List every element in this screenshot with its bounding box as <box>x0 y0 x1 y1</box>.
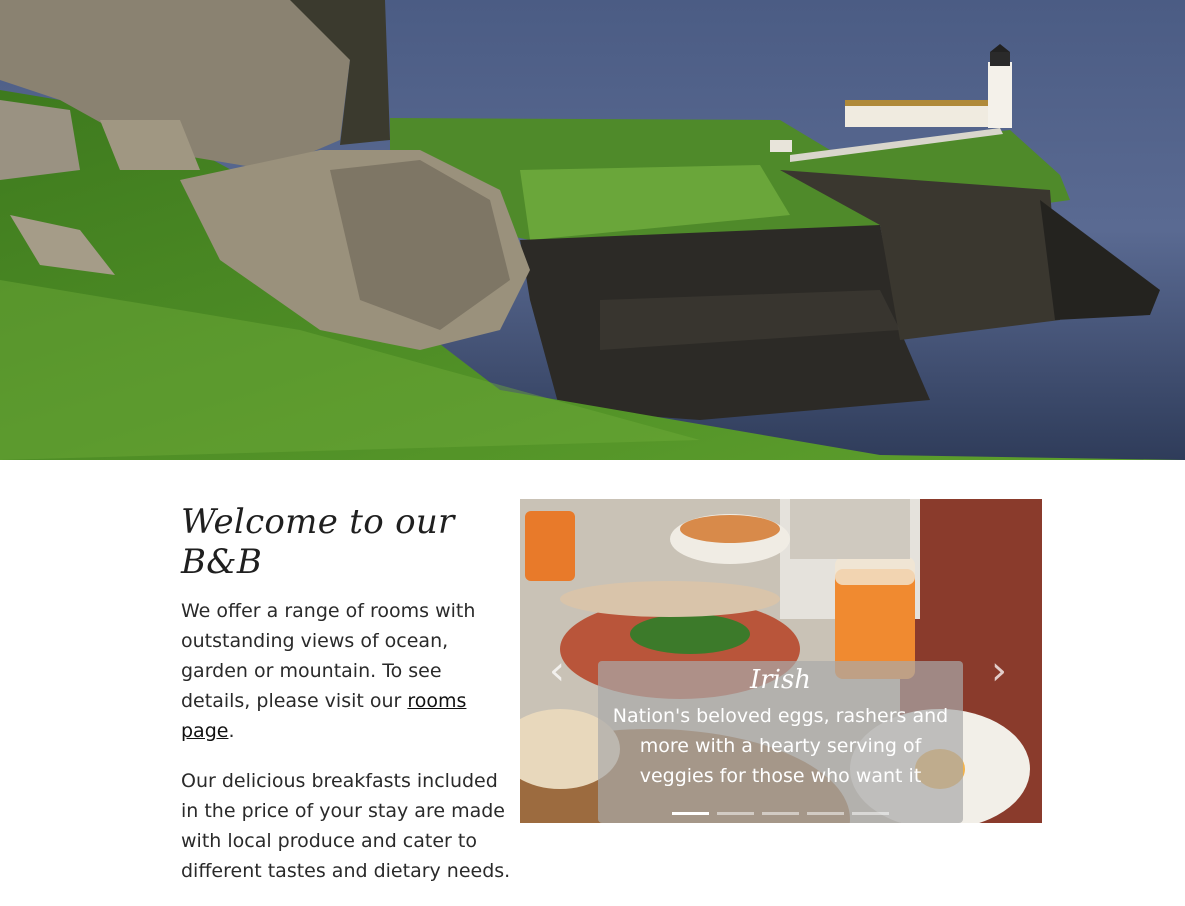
carousel-caption: Irish Nation's beloved eggs, rashers and… <box>598 661 963 823</box>
carousel-indicators <box>672 812 889 815</box>
breakfast-carousel[interactable]: ‹ › Irish Nation's beloved eggs, rashers… <box>520 499 1042 823</box>
breakfast-paragraph: Our delicious breakfasts included in the… <box>181 770 511 882</box>
welcome-section: Welcome to our B&B We offer a range of r… <box>181 502 511 906</box>
slide-title: Irish <box>749 665 812 695</box>
chevron-left-icon: ‹ <box>549 648 565 694</box>
welcome-title: Welcome to our B&B <box>181 502 455 582</box>
chevron-right-icon: › <box>991 648 1007 694</box>
carousel-indicator-3[interactable] <box>762 812 799 815</box>
carousel-next-button[interactable]: › <box>984 651 1014 691</box>
rooms-paragraph-end: . <box>228 720 235 742</box>
carousel-indicator-2[interactable] <box>717 812 754 815</box>
carousel-indicator-5[interactable] <box>852 812 889 815</box>
hero-image <box>0 0 1185 460</box>
carousel-indicator-4[interactable] <box>807 812 844 815</box>
carousel-prev-button[interactable]: ‹ <box>542 651 572 691</box>
rooms-paragraph: We offer a range of rooms with outstandi… <box>181 596 511 746</box>
carousel-indicator-1[interactable] <box>672 812 709 815</box>
slide-text: Nation's beloved eggs, rashers and more … <box>612 705 949 787</box>
